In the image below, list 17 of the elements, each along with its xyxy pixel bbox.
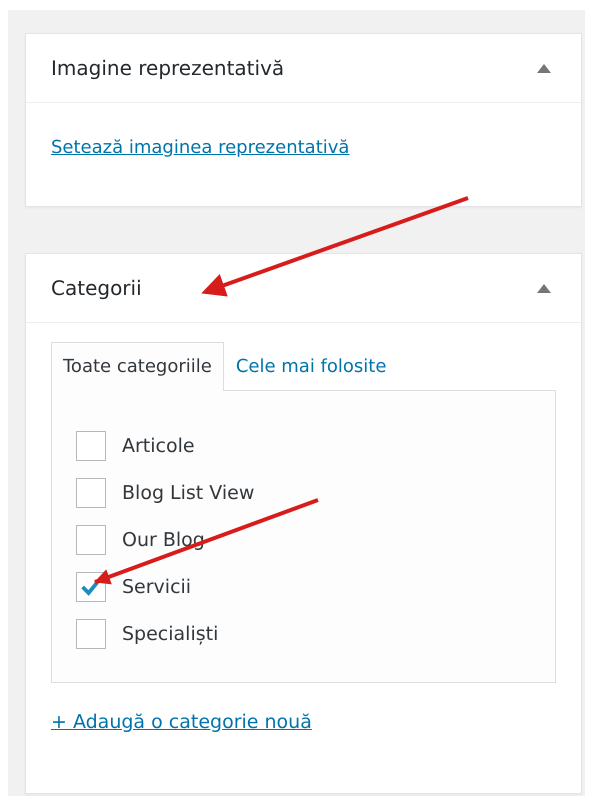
panel-title: Categorii (51, 276, 142, 300)
category-label: Servicii (122, 576, 192, 598)
tab[interactable]: Toate categoriile (51, 342, 224, 391)
checkbox[interactable] (76, 431, 106, 461)
checkbox[interactable] (76, 478, 106, 508)
checkbox[interactable] (76, 525, 106, 555)
collapse-toggle-icon[interactable] (537, 284, 551, 292)
checkbox[interactable] (76, 572, 106, 602)
category-label: Specialiști (122, 623, 218, 645)
category-label: Articole (122, 435, 195, 457)
add-category-link[interactable]: + Adaugă o categorie nouă (51, 711, 312, 733)
panel-title: Imagine reprezentativă (51, 56, 284, 80)
category-label: Blog List View (122, 482, 254, 504)
checkbox[interactable] (76, 619, 106, 649)
set-image-link[interactable]: Setează imaginea reprezentativă (51, 137, 350, 158)
collapse-toggle-icon[interactable] (537, 64, 551, 72)
tab[interactable]: Cele mai folosite (224, 342, 398, 391)
